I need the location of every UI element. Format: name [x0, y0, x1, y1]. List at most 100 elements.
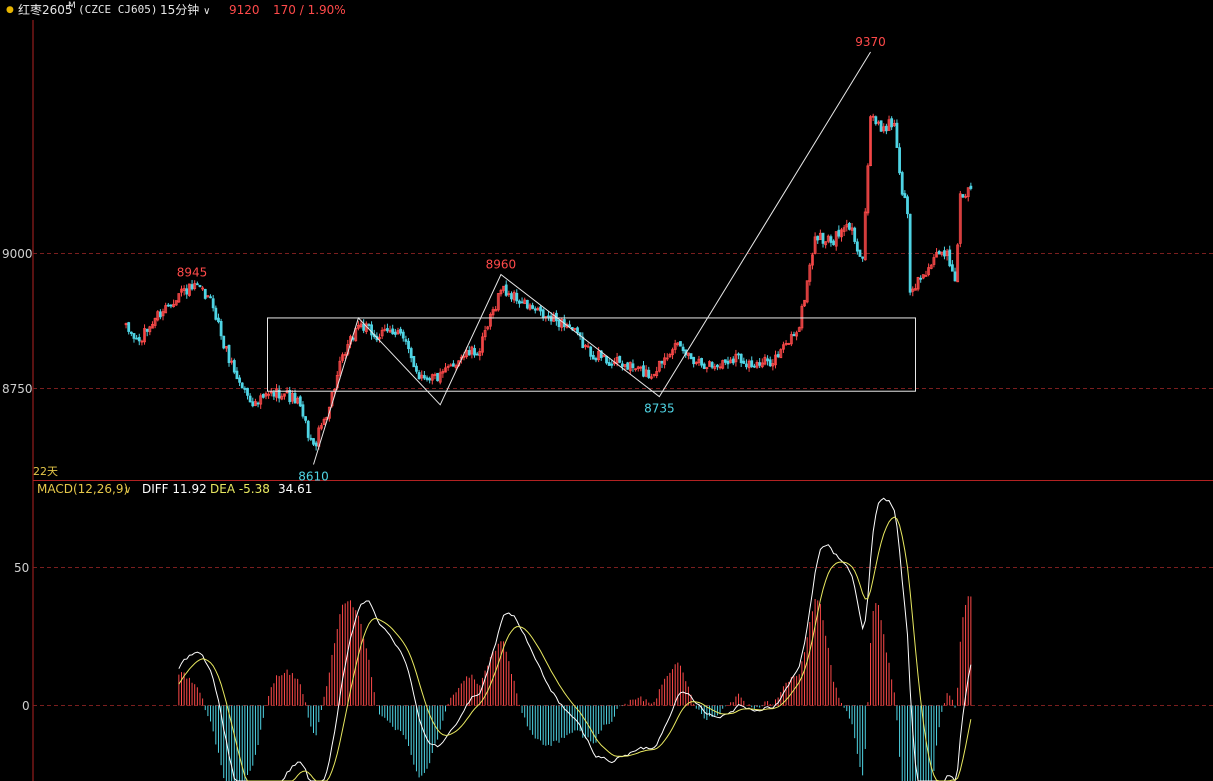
candle [602, 354, 606, 358]
candle [639, 365, 643, 372]
candle [422, 370, 426, 381]
candle [631, 359, 635, 372]
macd-title[interactable]: MACD(12,26,9) [37, 482, 128, 496]
candle [964, 193, 967, 199]
candle [797, 326, 801, 332]
candle [180, 285, 183, 297]
candle [956, 243, 960, 283]
candle [768, 356, 772, 368]
candle [243, 386, 247, 394]
candle [848, 221, 851, 231]
candle [953, 267, 957, 282]
candle [940, 251, 944, 257]
candle [652, 373, 656, 378]
candle [502, 285, 505, 293]
candle [710, 361, 714, 370]
candle [523, 297, 527, 305]
candle [916, 276, 920, 292]
candle [238, 374, 241, 387]
candle [900, 170, 904, 197]
candle [190, 279, 194, 291]
candle [446, 364, 450, 371]
candle [198, 284, 202, 288]
candle [657, 360, 661, 373]
candle [409, 346, 413, 363]
candle [188, 283, 191, 297]
macd-value-label: 34.61 [278, 482, 312, 496]
candle [481, 332, 484, 356]
candle [467, 346, 471, 356]
candle [871, 113, 875, 122]
candle [177, 293, 181, 303]
candle [135, 335, 139, 340]
candle [452, 360, 455, 367]
candle [758, 358, 762, 368]
candle [158, 309, 162, 320]
candle [853, 226, 857, 245]
candle [755, 360, 759, 369]
candle [528, 303, 532, 311]
candle [444, 363, 447, 373]
candle [127, 321, 131, 335]
candle [151, 321, 154, 329]
candle [586, 342, 590, 349]
candle [713, 363, 717, 371]
candle [267, 391, 271, 399]
candle [903, 190, 907, 199]
candle [750, 356, 754, 368]
candle [890, 116, 894, 131]
candle [417, 369, 421, 380]
candle [866, 163, 870, 216]
candle [752, 363, 756, 368]
candle [734, 349, 738, 367]
candle [512, 290, 516, 304]
candle [895, 119, 899, 148]
candle [124, 322, 128, 329]
candle [924, 270, 928, 277]
candle [544, 316, 548, 322]
candle [950, 260, 954, 272]
candle [663, 353, 667, 369]
candle [539, 305, 542, 316]
candle [380, 327, 384, 340]
candle [787, 342, 791, 345]
candle [396, 327, 400, 335]
price-series [124, 113, 973, 451]
candle [721, 359, 725, 370]
candle [499, 288, 503, 297]
candle [716, 363, 719, 371]
candle [261, 393, 265, 399]
macd-y-tick-label-50: 50 [14, 561, 29, 575]
candle [650, 373, 653, 380]
candle [248, 393, 252, 403]
candle [737, 352, 740, 360]
candle [298, 395, 302, 407]
candle [863, 208, 867, 261]
candle [887, 115, 891, 131]
candle [441, 368, 445, 378]
price-annotation: 8945 [177, 266, 208, 280]
candle [763, 354, 767, 366]
analysis-overlays: 8610 8960 8735 9370 8945 [177, 35, 916, 483]
candle [491, 306, 495, 319]
candle [211, 295, 215, 312]
candle [705, 366, 709, 373]
candle [143, 324, 146, 345]
candle [533, 306, 537, 314]
candle [739, 353, 743, 367]
candle [412, 355, 416, 368]
candle [322, 417, 326, 426]
candle [164, 302, 168, 314]
candle [312, 438, 315, 447]
candle [966, 187, 970, 202]
candle [301, 401, 305, 419]
price-annotation: 8735 [644, 402, 675, 416]
candle [206, 295, 210, 298]
candle [766, 355, 769, 366]
chevron-down-icon[interactable]: ∨ [124, 485, 131, 496]
candle [433, 372, 437, 380]
candle [420, 370, 424, 381]
macd-dea-line [178, 516, 972, 781]
kline-chart[interactable]: 9000 8750 50 0 22天 MACD(12,26,9) ∨ DIFF … [0, 0, 1213, 781]
candle [478, 348, 482, 361]
